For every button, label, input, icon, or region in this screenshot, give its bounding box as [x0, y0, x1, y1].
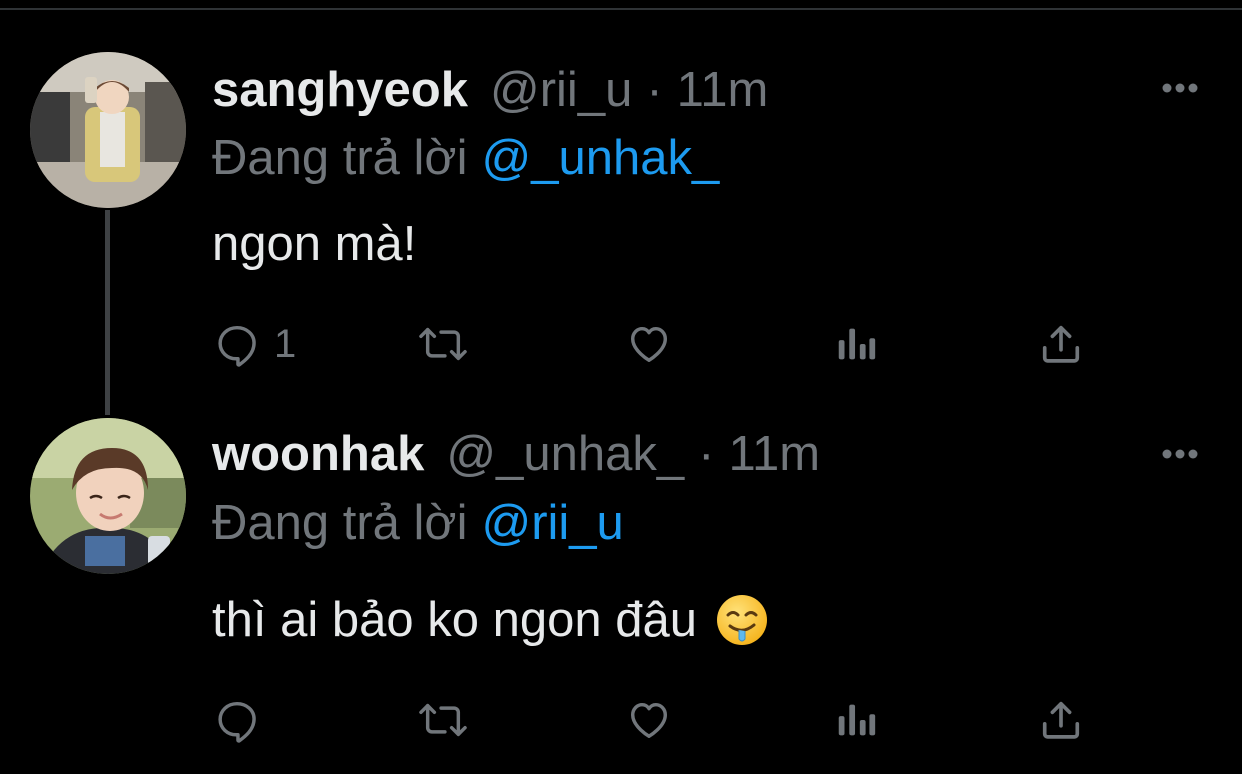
tweet-text: thì ai bảo ko ngon đâu [212, 590, 769, 650]
user-handle[interactable]: @rii_u [490, 60, 632, 120]
tweet-thread: sanghyeok @rii_u · 11m Đang trả lời @_unh… [0, 0, 1242, 774]
replying-to: Đang trả lời @rii_u [212, 493, 624, 553]
separator-dot: · [698, 427, 715, 481]
reply-icon [214, 321, 260, 367]
display-name[interactable]: sanghyeok [212, 60, 468, 120]
tweet-header: woonhak @_unhak_ · 11m [212, 424, 820, 484]
retweet-icon [416, 697, 470, 743]
retweet-button[interactable] [416, 694, 470, 746]
heart-icon [626, 321, 672, 367]
avatar-woonhak[interactable] [30, 418, 186, 574]
heart-icon [626, 697, 672, 743]
share-button[interactable] [1038, 694, 1084, 746]
reply-count: 1 [274, 322, 297, 366]
views-chart-icon [834, 697, 878, 743]
user-handle[interactable]: @_unhak_ [446, 424, 684, 484]
views-button[interactable] [834, 318, 878, 370]
views-button[interactable] [834, 694, 878, 746]
tweet-actions: 1 [0, 318, 1242, 370]
more-dots-icon[interactable] [1158, 444, 1202, 464]
like-button[interactable] [626, 318, 672, 370]
thread-connector-line [105, 210, 110, 415]
separator-dot: · [646, 63, 663, 117]
reply-mention-link[interactable]: @rii_u [481, 496, 623, 550]
timestamp[interactable]: 11m [728, 424, 820, 484]
reply-button[interactable]: 1 [214, 318, 296, 370]
views-chart-icon [834, 321, 878, 367]
display-name[interactable]: woonhak [212, 424, 424, 484]
reply-icon [214, 697, 260, 743]
replying-to-label: Đang trả lời [212, 496, 468, 550]
tweet-text-content: thì ai bảo ko ngon đâu [212, 593, 697, 647]
tweet-text: ngon mà! [212, 214, 416, 274]
timestamp[interactable]: 11m [677, 60, 769, 120]
like-button[interactable] [626, 694, 672, 746]
top-divider [0, 8, 1242, 10]
retweet-icon [416, 321, 470, 367]
retweet-button[interactable] [416, 318, 470, 370]
reply-mention-link[interactable]: @_unhak_ [481, 131, 719, 185]
replying-to-label: Đang trả lời [212, 131, 468, 185]
drooling-face-icon [715, 593, 769, 647]
tweet-actions [0, 694, 1242, 746]
replying-to: Đang trả lời @_unhak_ [212, 128, 719, 188]
share-icon [1038, 321, 1084, 367]
share-button[interactable] [1038, 318, 1084, 370]
tweet-text-content: ngon mà! [212, 217, 417, 271]
more-dots-icon[interactable] [1158, 78, 1202, 98]
reply-button[interactable] [214, 694, 274, 746]
avatar-sanghyeok[interactable] [30, 52, 186, 208]
tweet-header: sanghyeok @rii_u · 11m [212, 60, 768, 120]
share-icon [1038, 697, 1084, 743]
